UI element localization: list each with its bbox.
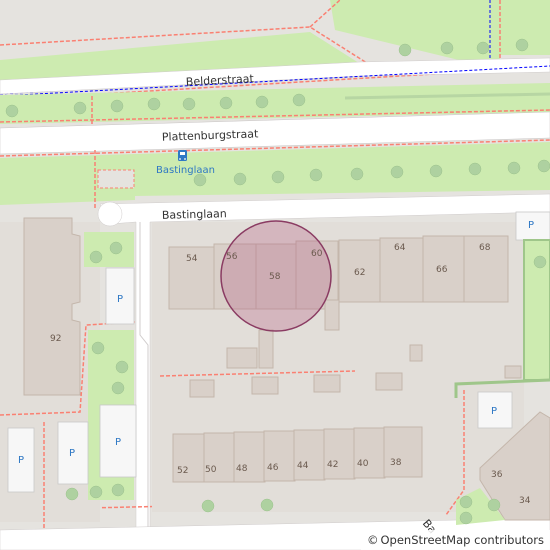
- house-number-56: 56: [226, 252, 238, 262]
- building-92: [23, 217, 81, 396]
- house-number-48: 48: [236, 464, 248, 474]
- house-number-54: 54: [186, 254, 198, 264]
- building-shed: [251, 376, 279, 395]
- bus-platform: [97, 169, 135, 189]
- building-44: [293, 429, 326, 481]
- house-number-36: 36: [491, 470, 503, 480]
- parking-label: P: [528, 220, 534, 231]
- house-number-62: 62: [354, 268, 365, 278]
- building-shed: [409, 344, 423, 362]
- house-number-44: 44: [297, 461, 309, 471]
- building-shed: [324, 299, 340, 331]
- house-number-34: 34: [519, 496, 531, 506]
- parking-label: P: [115, 437, 121, 448]
- garden: [84, 232, 134, 267]
- house-number-64: 64: [394, 243, 406, 253]
- house-number-46: 46: [267, 463, 279, 473]
- house-number-50: 50: [205, 465, 217, 475]
- parking-label: P: [491, 406, 497, 417]
- building-shed: [226, 347, 258, 369]
- house-number-40: 40: [357, 459, 369, 469]
- house-number-38: 38: [390, 458, 402, 468]
- house-number-68: 68: [479, 243, 491, 253]
- street-label-bastinglaan: Bastinglaan: [162, 207, 227, 222]
- house-number-42: 42: [327, 460, 338, 470]
- parking-label: P: [18, 455, 24, 466]
- turning-circle: [97, 201, 123, 227]
- parking-label: P: [69, 448, 75, 459]
- house-number-60: 60: [311, 249, 323, 259]
- house-number-52: 52: [177, 466, 188, 476]
- building-46: [263, 430, 296, 482]
- house-number-92: 92: [50, 334, 61, 344]
- parking-label: P: [117, 294, 123, 305]
- map-attribution: © OpenStreetMap contributors: [360, 530, 550, 550]
- bus-stop-icon[interactable]: [178, 150, 187, 161]
- openstreetmap-contributors-link[interactable]: OpenStreetMap contributors: [380, 530, 544, 550]
- building-48: [233, 431, 266, 483]
- building-shed: [189, 379, 215, 398]
- bus-stop-label: Bastinglaan: [156, 165, 215, 176]
- building-38: [383, 426, 423, 478]
- building-42: [323, 428, 356, 480]
- copyright-symbol: ©: [366, 533, 379, 547]
- map-canvas[interactable]: Belderstraat Plattenburgstraat Bastingla…: [0, 0, 550, 550]
- building-shed: [504, 365, 522, 379]
- house-number-58: 58: [269, 272, 281, 282]
- building-shed: [258, 329, 274, 369]
- building-40: [353, 427, 386, 479]
- building-shed: [313, 374, 341, 393]
- building-shed: [375, 372, 403, 391]
- house-number-66: 66: [436, 265, 448, 275]
